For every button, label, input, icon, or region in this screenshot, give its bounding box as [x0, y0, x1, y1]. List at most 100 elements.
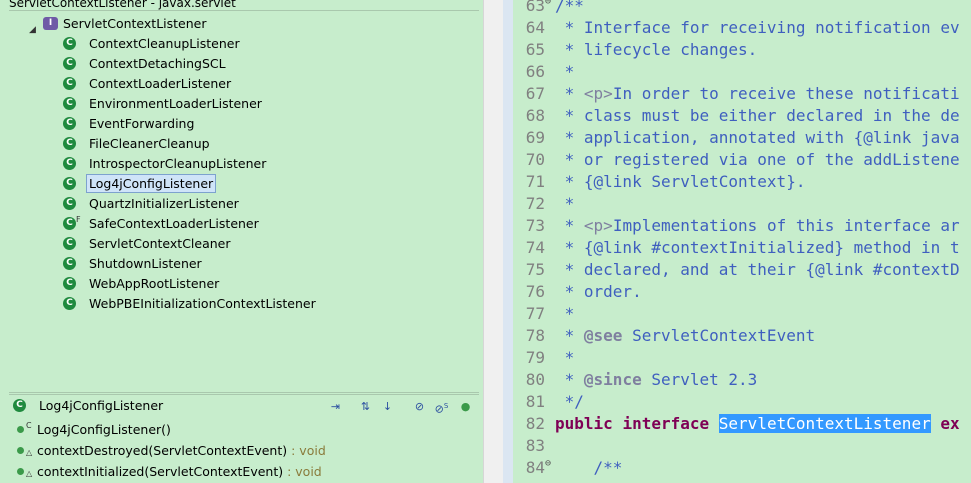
- tree-item-label: ContextCleanupListener: [89, 36, 240, 51]
- code-line: 72 *: [503, 193, 971, 215]
- tree-item[interactable]: C IntrospectorCleanupListener: [9, 154, 479, 174]
- class-icon: C: [63, 117, 76, 130]
- member-label: contextDestroyed(ServletContextEvent) : …: [37, 440, 326, 461]
- code-line: 76 * order.: [503, 281, 971, 303]
- member-item[interactable]: △ contextInitialized(ServletContextEvent…: [9, 461, 479, 482]
- code-text: *: [555, 193, 575, 215]
- tree-item[interactable]: C WebAppRootListener: [9, 274, 479, 294]
- line-number: 72: [525, 194, 545, 213]
- code-text: public interface ServletContextListener …: [555, 413, 960, 435]
- tree-item[interactable]: C ServletContextCleaner: [9, 234, 479, 254]
- hierarchy-title: ServletContextListener - javax.servlet: [9, 0, 236, 10]
- code-token: * {@link #contextInitialized} method in …: [555, 238, 960, 257]
- tree-item[interactable]: C ContextLoaderListener: [9, 74, 479, 94]
- code-text: * or registered via one of the addListen…: [555, 149, 960, 171]
- show-inherited-icon[interactable]: ⇅: [357, 398, 374, 415]
- line-number: 70: [525, 150, 545, 169]
- sort-icon[interactable]: ↓: [379, 398, 396, 415]
- tree-root-label: ServletContextListener: [63, 16, 207, 31]
- line-number: 79: [525, 348, 545, 367]
- tree-item-label: EventForwarding: [89, 116, 195, 131]
- code-token: Servlet 2.3: [641, 370, 758, 389]
- code-text: * <p>In order to receive these notificat…: [555, 83, 960, 105]
- static-modifier: S: [443, 402, 449, 410]
- class-icon: C: [63, 197, 76, 210]
- code-token: * application, annotated with {@link jav…: [555, 128, 960, 147]
- code-line: 75 * declared, and at their {@link #cont…: [503, 259, 971, 281]
- tree-item[interactable]: C ContextCleanupListener: [9, 34, 479, 54]
- code-token: @since: [583, 370, 642, 389]
- view-splitter[interactable]: [483, 0, 505, 483]
- code-line: 71 * {@link ServletContext}.: [503, 171, 971, 193]
- code-line: 82 public interface ServletContextListene…: [503, 413, 971, 435]
- line-number: 77: [525, 304, 545, 323]
- member-item[interactable]: △ contextDestroyed(ServletContextEvent) …: [9, 440, 479, 461]
- code-token: * class must be either declared in the d…: [555, 106, 960, 125]
- code-text: * {@link ServletContext}.: [555, 171, 806, 193]
- code-line: 69 * application, annotated with {@link …: [503, 127, 971, 149]
- public-method-icon: [17, 447, 24, 454]
- members-list: C Log4jConfigListener() △ contextDestroy…: [9, 419, 479, 482]
- hide-non-public-icon[interactable]: ●: [457, 398, 474, 415]
- tree-item[interactable]: C ShutdownListener: [9, 254, 479, 274]
- fold-toggle-icon[interactable]: ⊖: [545, 453, 551, 475]
- tree-item[interactable]: C WebPBEInitializationContextListener: [9, 294, 479, 314]
- code-line: 74 * {@link #contextInitialized} method …: [503, 237, 971, 259]
- tree-root[interactable]: ◢ I ServletContextListener: [9, 14, 479, 35]
- line-number: 69: [525, 128, 545, 147]
- code-text: * order.: [555, 281, 642, 303]
- tree-item[interactable]: C EnvironmentLoaderListener: [9, 94, 479, 114]
- member-name: contextDestroyed(ServletContextEvent): [37, 443, 288, 458]
- selected-identifier[interactable]: ServletContextListener: [718, 414, 931, 433]
- code-editor[interactable]: 63 ⊖/** 64 * Interface for receiving notif…: [503, 0, 971, 483]
- hierarchy-tree[interactable]: ◢ I ServletContextListener C ContextClean…: [9, 10, 479, 393]
- tree-item-label: FileCleanerCleanup: [89, 136, 210, 151]
- lock-view-icon[interactable]: ⇥: [327, 398, 344, 415]
- member-type: : void: [283, 464, 322, 479]
- tree-item[interactable]: C F SafeContextLoaderListener: [9, 214, 479, 234]
- class-icon: C: [63, 77, 76, 90]
- tree-item[interactable]: C Log4jConfigListener: [9, 174, 479, 194]
- member-item[interactable]: C Log4jConfigListener(): [9, 419, 479, 440]
- hide-static-icon[interactable]: ⊘S: [433, 398, 450, 416]
- code-token: *: [555, 62, 575, 81]
- line-number: 74: [525, 238, 545, 257]
- tree-item[interactable]: C EventForwarding: [9, 114, 479, 134]
- line-number: 80: [525, 370, 545, 389]
- tree-item-label: ContextDetachingSCL: [89, 56, 226, 71]
- code-line: 83: [503, 435, 971, 457]
- code-line: 64 * Interface for receiving notificatio…: [503, 17, 971, 39]
- hide-fields-icon[interactable]: ⊘: [411, 398, 428, 415]
- line-number: 68: [525, 106, 545, 125]
- code-text: * {@link #contextInitialized} method in …: [555, 237, 960, 259]
- code-token: * Interface for receiving notification e…: [555, 18, 960, 37]
- code-text: /**: [555, 0, 584, 17]
- code-line: 63 ⊖ /**: [503, 0, 971, 17]
- code-text: * declared, and at their {@link #context…: [555, 259, 960, 281]
- class-icon: C: [63, 37, 76, 50]
- fold-toggle-icon[interactable]: ⊖: [545, 0, 551, 13]
- tree-item-label: ShutdownListener: [89, 256, 202, 271]
- member-label: contextInitialized(ServletContextEvent) …: [37, 461, 322, 482]
- interface-icon: I: [43, 17, 58, 30]
- class-icon: C: [63, 177, 76, 190]
- code-token: *: [555, 348, 575, 367]
- members-panel: C Log4jConfigListener ⇥ ⇅ ↓ ⊘ ⊘S ● C Log…: [9, 394, 479, 483]
- code-text: */: [555, 391, 584, 413]
- code-line: 77 *: [503, 303, 971, 325]
- code-text: *: [555, 347, 575, 369]
- final-modifier: F: [76, 215, 81, 224]
- member-name: Log4jConfigListener(): [37, 422, 171, 437]
- tree-item[interactable]: C FileCleanerCleanup: [9, 134, 479, 154]
- code-line: 81 */: [503, 391, 971, 413]
- members-header: C Log4jConfigListener ⇥ ⇅ ↓ ⊘ ⊘S ●: [9, 395, 479, 417]
- override-marker: △: [26, 448, 33, 457]
- class-icon: C: [63, 137, 76, 150]
- code-text: * @since Servlet 2.3: [555, 369, 758, 391]
- tree-item[interactable]: C ContextDetachingSCL: [9, 54, 479, 74]
- line-number: 73: [525, 216, 545, 235]
- code-token: */: [555, 392, 584, 411]
- line-number: 83: [525, 436, 545, 455]
- code-line: 79 *: [503, 347, 971, 369]
- code-text: * <p>Implementations of this interface a…: [555, 215, 960, 237]
